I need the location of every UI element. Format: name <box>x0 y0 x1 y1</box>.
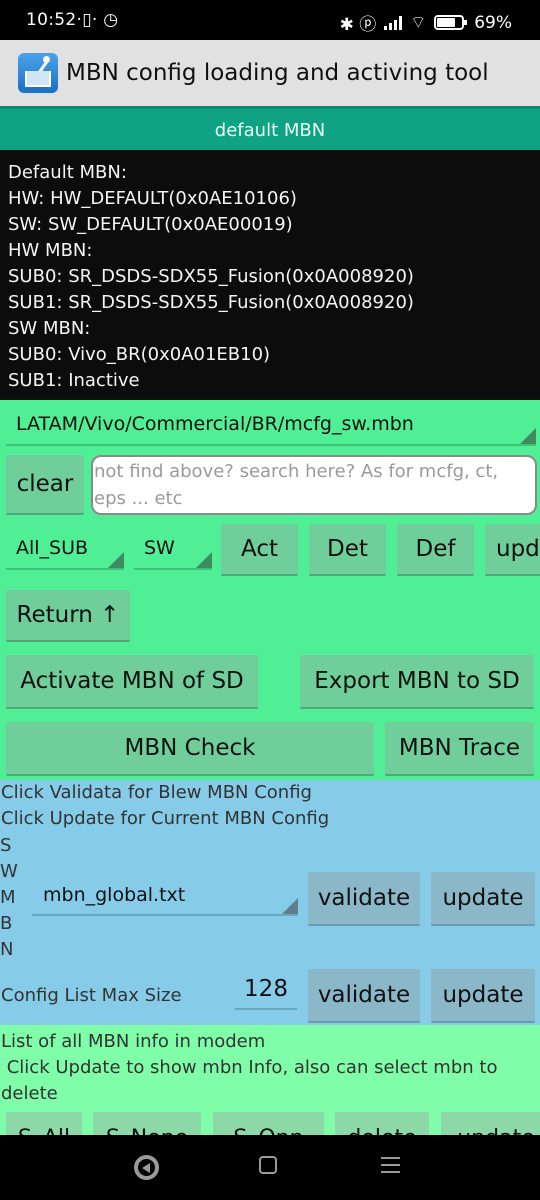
update-hint: Click Update for Current MBN Config <box>1 808 330 829</box>
info-line: SUB1: SR_DSDS-SDX55_Fusion(0x0A008920) <box>8 292 414 313</box>
config-list-max-size-input[interactable]: 128 <box>235 976 297 1010</box>
activate-mbn-sd-button[interactable]: Activate MBN of SD <box>6 655 258 709</box>
signal-icon <box>384 15 403 30</box>
type-spinner[interactable]: SW <box>134 530 212 570</box>
app-mixer-icon <box>18 53 58 93</box>
det-button[interactable]: Det <box>309 524 386 576</box>
mbn-file-spinner[interactable]: LATAM/Vivo/Commercial/BR/mcfg_sw.mbn <box>6 408 536 446</box>
bluetooth-icon: ✱ ⓟ <box>339 15 377 35</box>
status-notification-icons: ·▯· ◷ <box>76 10 119 30</box>
back-icon[interactable] <box>134 1155 159 1180</box>
dropdown-arrow-icon <box>520 428 536 444</box>
vertical-label: W <box>0 861 18 882</box>
info-line: Default MBN: <box>8 162 127 183</box>
act-button[interactable]: Act <box>221 524 298 576</box>
return-button[interactable]: Return ↑ <box>6 590 130 642</box>
modem-mbn-list-panel: List of all MBN info in modem Click Upda… <box>0 1025 540 1135</box>
validate-hint: Click Validata for Blew MBN Config <box>1 782 312 803</box>
default-mbn-info: Default MBN: HW: HW_DEFAULT(0x0AE10106) … <box>0 150 540 400</box>
dropdown-arrow-icon <box>196 552 212 568</box>
recents-menu-icon[interactable] <box>381 1157 400 1178</box>
mbn-check-button[interactable]: MBN Check <box>6 722 374 776</box>
info-line: HW: HW_DEFAULT(0x0AE10106) <box>8 188 297 209</box>
info-line: SW: SW_DEFAULT(0x0AE00019) <box>8 214 293 235</box>
info-line: HW MBN: <box>8 240 93 261</box>
update-button[interactable]: update <box>431 872 535 926</box>
update-button[interactable]: upd <box>485 524 540 576</box>
wifi-icon: ⌔ <box>410 13 427 33</box>
config-validate-button[interactable]: validate <box>308 969 420 1023</box>
dropdown-arrow-icon <box>108 552 124 568</box>
tab-default-mbn[interactable]: default MBN <box>0 106 540 150</box>
select-none-button[interactable]: S_None <box>93 1112 201 1135</box>
info-line: SUB0: SR_DSDS-SDX55_Fusion(0x0A008920) <box>8 266 414 287</box>
battery-icon <box>434 15 468 30</box>
app-title: MBN config loading and activing tool <box>66 60 489 86</box>
sw-mbn-config-panel: Click Validata for Blew MBN Config Click… <box>0 780 540 1025</box>
def-button[interactable]: Def <box>397 524 474 576</box>
list-update-button[interactable]: update <box>441 1112 540 1135</box>
status-bar: 10:52·▯· ◷ ✱ ⓟ ⌔ 69% <box>0 0 540 40</box>
config-update-button[interactable]: update <box>431 969 535 1023</box>
config-list-label: Config List Max Size <box>1 985 182 1006</box>
search-input[interactable]: not find above? search here? As for mcfg… <box>91 455 537 515</box>
export-mbn-sd-button[interactable]: Export MBN to SD <box>300 655 534 709</box>
status-time: 10:52·▯· ◷ <box>26 10 119 30</box>
mbn-trace-button[interactable]: MBN Trace <box>385 722 534 776</box>
battery-percent: 69% <box>474 12 512 33</box>
info-line: SW MBN: <box>8 318 91 339</box>
sub-spinner[interactable]: All_SUB <box>6 530 124 570</box>
app-bar: MBN config loading and activing tool <box>0 40 540 106</box>
modem-list-hint: Click Update to show mbn Info, also can … <box>1 1057 504 1104</box>
mbn-global-spinner[interactable]: mbn_global.txt <box>32 880 298 916</box>
vertical-label: N <box>0 939 14 960</box>
navigation-bar <box>0 1135 540 1200</box>
status-icons: ✱ ⓟ ⌔ 69% <box>339 10 512 36</box>
dropdown-arrow-icon <box>282 898 298 914</box>
info-line: SUB1: Inactive <box>8 370 140 391</box>
select-opposite-button[interactable]: S_Opp <box>213 1112 324 1135</box>
vertical-label: M <box>0 887 16 908</box>
select-all-button[interactable]: S_All <box>6 1112 82 1135</box>
delete-button[interactable]: delete <box>335 1112 429 1135</box>
clear-button[interactable]: clear <box>6 455 84 515</box>
modem-list-title: List of all MBN info in modem <box>1 1031 266 1052</box>
mbn-file-value: LATAM/Vivo/Commercial/BR/mcfg_sw.mbn <box>16 413 414 435</box>
info-line: SUB0: Vivo_BR(0x0A01EB10) <box>8 344 271 365</box>
mbn-action-panel: LATAM/Vivo/Commercial/BR/mcfg_sw.mbn cle… <box>0 400 540 780</box>
validate-button[interactable]: validate <box>308 872 420 926</box>
vertical-label: S <box>0 835 12 856</box>
vertical-label: B <box>0 913 13 934</box>
home-icon[interactable] <box>259 1156 277 1174</box>
